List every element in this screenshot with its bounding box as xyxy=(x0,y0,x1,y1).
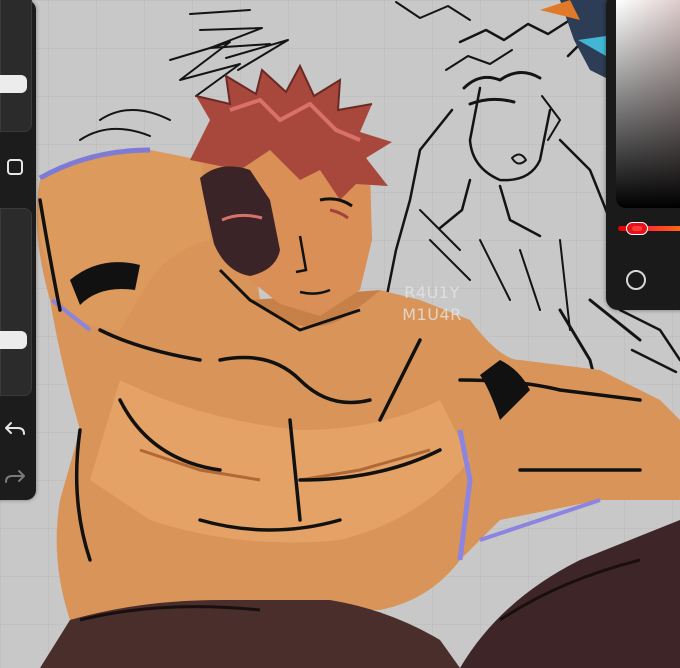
brush-size-thumb[interactable] xyxy=(0,75,27,93)
watermark-line-1: R4U1Y xyxy=(404,283,460,302)
undo-button[interactable] xyxy=(0,414,30,444)
hue-slider-handle[interactable] xyxy=(626,222,648,235)
redo-arrow-icon xyxy=(5,470,25,483)
opacity-slider[interactable] xyxy=(0,208,32,396)
left-sidebar xyxy=(0,0,36,500)
modify-button[interactable] xyxy=(0,152,30,182)
selected-color-swatch xyxy=(632,226,642,231)
color-panel xyxy=(606,0,680,310)
brush-size-slider[interactable] xyxy=(0,0,32,132)
undo-arrow-icon xyxy=(5,422,25,435)
watermark: R4U1Y M1U4R xyxy=(392,282,472,326)
watermark-line-2: M1U4R xyxy=(402,305,462,324)
circle-outline-icon[interactable] xyxy=(626,270,646,290)
artwork xyxy=(36,0,680,668)
color-picker-square[interactable] xyxy=(616,0,680,208)
square-outline-icon xyxy=(7,159,23,175)
drawing-canvas[interactable] xyxy=(0,0,680,668)
opacity-thumb[interactable] xyxy=(0,331,27,349)
redo-button[interactable] xyxy=(0,462,30,492)
